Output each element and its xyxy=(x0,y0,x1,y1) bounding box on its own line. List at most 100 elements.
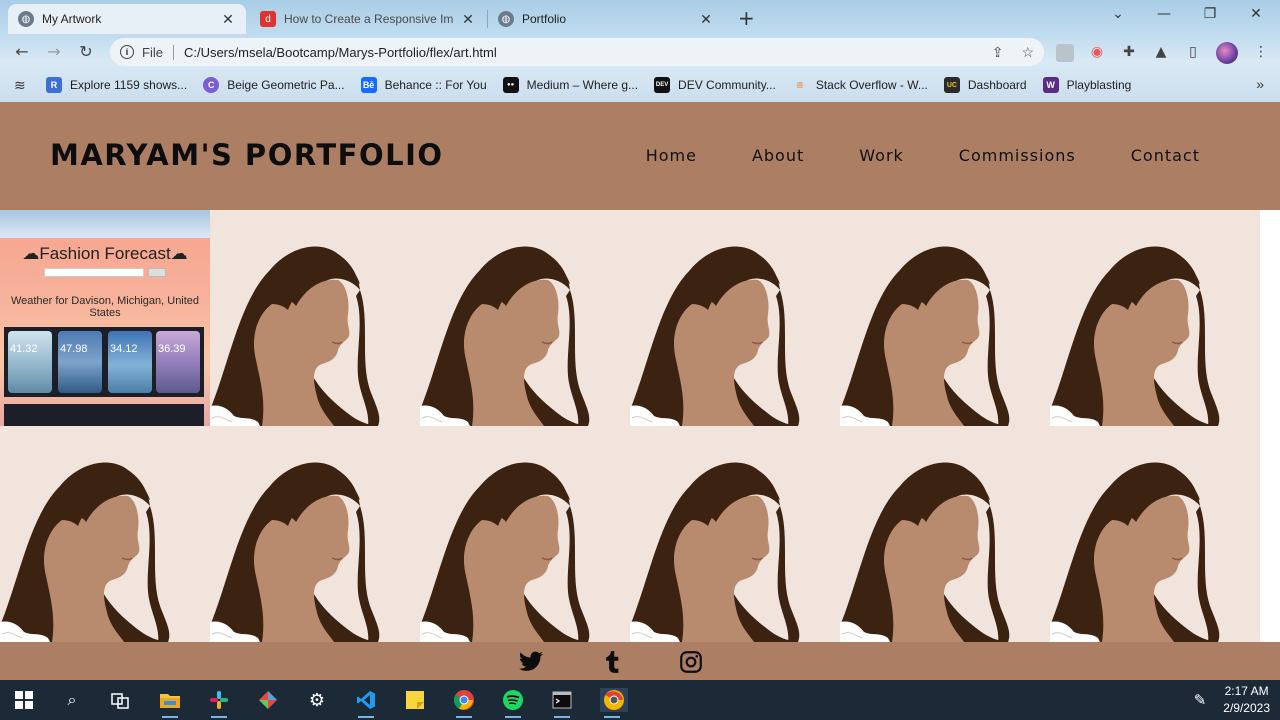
apps-icon[interactable]: ≋ xyxy=(14,77,30,93)
sticky-notes-icon[interactable] xyxy=(403,688,427,712)
close-icon[interactable]: ✕ xyxy=(460,11,476,28)
new-tab-button[interactable]: + xyxy=(738,6,755,30)
bookmark-item[interactable]: ●● Medium – Where g... xyxy=(502,77,639,93)
close-window-button[interactable]: ✕ xyxy=(1244,6,1268,22)
weather-card: 41.32 xyxy=(8,331,52,393)
record-extension-icon[interactable]: ◉ xyxy=(1088,44,1106,62)
info-icon[interactable]: i xyxy=(120,45,134,59)
instagram-icon[interactable] xyxy=(678,649,704,675)
artwork-portrait[interactable] xyxy=(420,426,630,642)
slack-icon[interactable] xyxy=(207,688,231,718)
bookmark-item[interactable]: UC Dashboard xyxy=(943,77,1027,93)
bookmark-favicon-icon: W xyxy=(1042,77,1059,93)
task-view-icon[interactable] xyxy=(108,688,132,712)
weather-card: 47.98 xyxy=(58,331,102,393)
page-scroll-gutter xyxy=(1260,210,1280,642)
profile-avatar[interactable] xyxy=(1216,42,1238,64)
tab-title: My Artwork xyxy=(42,12,102,26)
weather-card: 36.39 xyxy=(156,331,200,393)
close-icon[interactable]: ✕ xyxy=(220,11,236,28)
site-brand[interactable]: MARYAM'S PORTFOLIO xyxy=(50,138,444,172)
bookmark-favicon-icon: ≡ xyxy=(796,78,804,92)
extension-icon[interactable] xyxy=(1056,44,1074,62)
bookmark-label: DEV Community... xyxy=(678,78,776,92)
artwork-portrait[interactable] xyxy=(840,426,1050,642)
bookmark-item[interactable]: ≡ Stack Overflow - W... xyxy=(792,77,928,93)
file-explorer-icon[interactable] xyxy=(158,688,182,718)
restore-button[interactable]: ❐ xyxy=(1198,6,1222,22)
chrome-icon[interactable] xyxy=(452,688,476,718)
settings-icon[interactable]: ⚙ xyxy=(305,688,329,712)
dev-icon: d xyxy=(260,11,276,27)
terminal-icon[interactable] xyxy=(550,688,574,718)
search-icon[interactable]: ⌕ xyxy=(60,688,84,712)
tab-title: How to Create a Responsive Image xyxy=(284,12,454,26)
bookmark-favicon-icon: C xyxy=(203,77,220,93)
bookmark-item[interactable]: C Beige Geometric Pa... xyxy=(203,77,345,93)
back-icon[interactable]: ← xyxy=(12,42,32,61)
artwork-portrait[interactable] xyxy=(1050,210,1260,426)
bookmark-label: Explore 1159 shows... xyxy=(70,78,188,92)
bookmark-label: Playblasting xyxy=(1066,78,1132,92)
system-clock[interactable]: 2:17 AM 2/9/2023 xyxy=(1223,683,1270,717)
artwork-portrait[interactable] xyxy=(630,426,840,642)
artwork-portrait[interactable] xyxy=(630,210,840,426)
url-scheme: File xyxy=(142,44,174,60)
tab-responsive-image[interactable]: d How to Create a Responsive Image ✕ xyxy=(250,4,486,34)
artwork-portrait[interactable] xyxy=(210,426,420,642)
bookmark-label: Medium – Where g... xyxy=(526,78,639,92)
tab-title: Portfolio xyxy=(522,12,567,26)
bookmark-favicon-icon: ●● xyxy=(502,77,519,93)
twitter-icon[interactable] xyxy=(518,649,544,675)
bookmark-item[interactable]: R Explore 1159 shows... xyxy=(46,77,187,93)
bookmark-favicon-icon: DEV xyxy=(654,77,671,93)
git-icon[interactable] xyxy=(256,688,280,712)
fashion-forecast-title: ☁Fashion Forecast☁ xyxy=(22,244,188,263)
globe-icon: ◍ xyxy=(18,11,34,27)
flask-icon[interactable]: ▲ xyxy=(1152,44,1170,62)
fashion-forecast-subtitle: Weather for Davison, Michigan, United St… xyxy=(10,295,200,319)
tab-my-artwork[interactable]: ◍ My Artwork ✕ xyxy=(8,4,246,34)
browser-toolbar: ← → ↻ i File C:/Users/msela/Bootcamp/Mar… xyxy=(0,34,1280,70)
artwork-portrait[interactable] xyxy=(840,210,1050,426)
more-bookmarks-icon[interactable]: » xyxy=(1256,76,1264,92)
bookmark-item[interactable]: DEV DEV Community... xyxy=(654,77,776,93)
puzzle-icon[interactable]: ✚ xyxy=(1120,44,1138,62)
nav-about[interactable]: About xyxy=(752,146,804,165)
artwork-portrait[interactable] xyxy=(420,210,630,426)
star-icon[interactable]: ☆ xyxy=(1021,44,1034,61)
artwork-fashion-forecast[interactable]: ☁Fashion Forecast☁ Weather for Davison, … xyxy=(0,210,210,426)
nav-contact[interactable]: Contact xyxy=(1131,146,1200,165)
artwork-portrait[interactable] xyxy=(1050,426,1260,642)
weather-card: 34.12 xyxy=(108,331,152,393)
side-panel-icon[interactable]: ▯ xyxy=(1184,44,1202,62)
close-icon[interactable]: ✕ xyxy=(698,11,714,28)
pen-workspace-icon[interactable]: ✎ xyxy=(1188,688,1212,712)
thumbnail-search-button xyxy=(148,268,166,277)
vscode-icon[interactable] xyxy=(354,688,378,718)
weather-cards: 41.32 47.98 34.12 36.39 xyxy=(4,327,204,397)
artwork-portrait[interactable] xyxy=(210,210,420,426)
address-bar[interactable]: i File C:/Users/msela/Bootcamp/Marys-Por… xyxy=(110,38,1044,66)
nav-home[interactable]: Home xyxy=(646,146,697,165)
extensions-bar: ◉ ✚ ▲ ▯ ⋮ xyxy=(1056,42,1270,64)
url-text[interactable]: C:/Users/msela/Bootcamp/Marys-Portfolio/… xyxy=(184,45,497,60)
nav-work[interactable]: Work xyxy=(859,146,904,165)
reload-icon[interactable]: ↻ xyxy=(76,42,96,61)
bookmark-item[interactable]: Bē Behance :: For You xyxy=(360,77,487,93)
bookmark-label: Behance :: For You xyxy=(384,78,487,92)
tab-search-icon[interactable]: ⌄ xyxy=(1106,6,1130,22)
share-icon[interactable]: ⇪ xyxy=(992,44,1004,61)
minimize-button[interactable]: — xyxy=(1152,6,1176,22)
bookmark-item[interactable]: W Playblasting xyxy=(1042,77,1132,93)
tab-portfolio[interactable]: ◍ Portfolio ✕ xyxy=(488,4,724,34)
chrome-dev-icon[interactable] xyxy=(600,688,628,718)
nav-commissions[interactable]: Commissions xyxy=(959,146,1076,165)
spotify-icon[interactable] xyxy=(501,688,525,718)
windows-start-icon[interactable] xyxy=(12,688,36,712)
artwork-portrait[interactable] xyxy=(0,426,210,642)
tumblr-icon[interactable] xyxy=(599,649,625,675)
menu-icon[interactable]: ⋮ xyxy=(1252,44,1270,62)
forward-icon[interactable]: → xyxy=(44,42,64,61)
main-nav: Home About Work Commissions Contact xyxy=(646,146,1200,165)
